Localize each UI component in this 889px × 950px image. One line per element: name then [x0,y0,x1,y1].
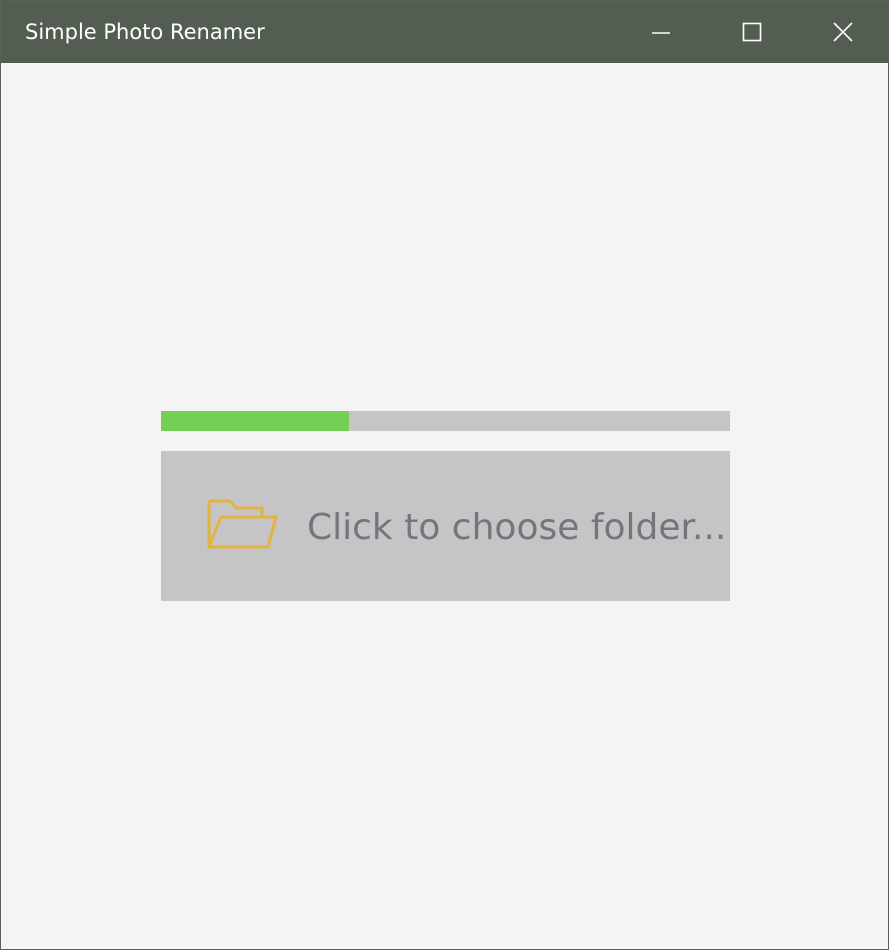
minimize-icon [652,32,670,34]
choose-folder-label: Click to choose folder... [307,507,727,548]
app-window: Simple Photo Renamer Click to choose fol… [0,0,889,950]
close-icon [833,22,853,42]
minimize-button[interactable] [616,1,706,63]
window-title: Simple Photo Renamer [25,20,265,44]
close-button[interactable] [798,1,888,63]
maximize-icon [742,22,762,42]
choose-folder-button[interactable]: Click to choose folder... [161,451,730,601]
progress-fill [161,411,349,431]
maximize-button[interactable] [707,1,797,63]
folder-open-icon [207,499,278,549]
main-content: Click to choose folder... [1,63,888,949]
progress-bar [161,411,730,431]
title-bar[interactable]: Simple Photo Renamer [1,1,888,63]
